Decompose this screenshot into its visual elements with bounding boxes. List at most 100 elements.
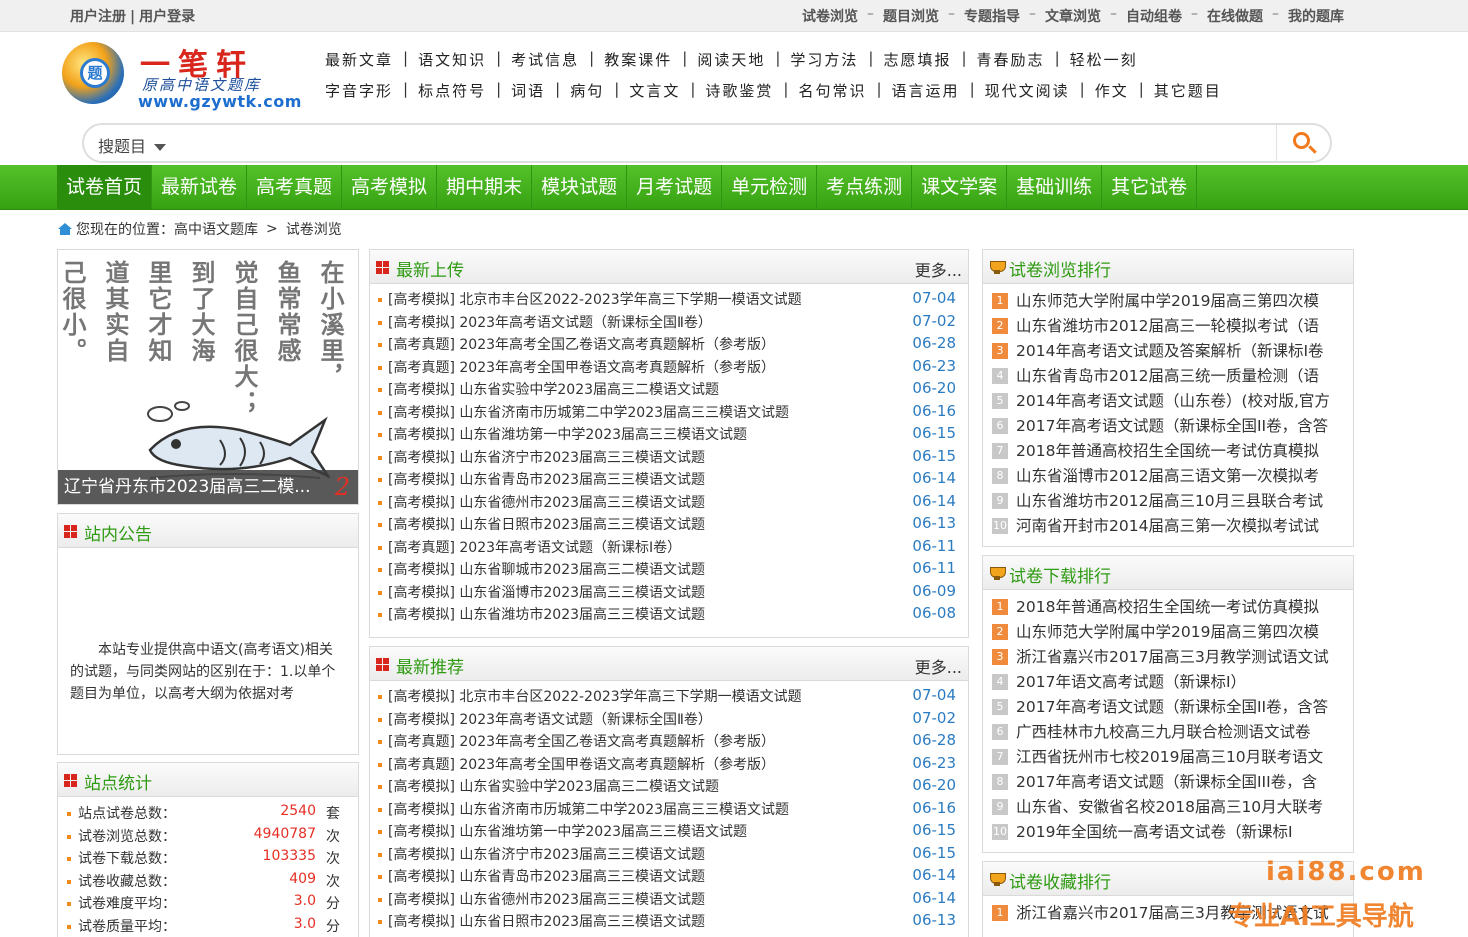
list-item[interactable]: [高考真题] 2023年高考全国乙卷语文高考真题解析（参考版） 06-28 xyxy=(375,334,968,357)
rank-title[interactable]: 山东省潍坊市2012届高三10月三县联合考试 xyxy=(1016,492,1323,510)
category-link[interactable]: 诗歌鉴赏 xyxy=(705,80,773,101)
category-link[interactable]: 名句常识 xyxy=(798,80,866,101)
list-item[interactable]: [高考真题] 2023年高考全国甲卷语文高考真题解析（参考版） 06-23 xyxy=(375,357,968,380)
list-item[interactable]: [高考模拟] 山东省实验中学2023届高三二模语文试题 06-20 xyxy=(375,776,968,799)
rank-item[interactable]: 10 河南省开封市2014届高三第一次模拟考试试 xyxy=(992,514,1346,539)
category-link[interactable]: 其它题目 xyxy=(1154,80,1222,101)
category-link[interactable]: 轻松一刻 xyxy=(1070,49,1138,70)
item-title[interactable]: [高考模拟] 山东省潍坊第一中学2023届高三三模语文试题 xyxy=(388,427,747,443)
list-item[interactable]: [高考模拟] 山东省日照市2023届高三三模语文试题 06-13 xyxy=(375,514,968,537)
list-item[interactable]: [高考模拟] 山东省淄博市2023届高三三模语文试题 06-09 xyxy=(375,582,968,605)
list-item[interactable]: [高考模拟] 山东省济南市历城第二中学2023届高三三模语文试题 06-16 xyxy=(375,799,968,822)
item-title[interactable]: [高考模拟] 山东省聊城市2023届高三二模语文试题 xyxy=(388,562,705,578)
rank-title[interactable]: 山东省潍坊市2012届高三一轮模拟考试（语 xyxy=(1016,317,1319,335)
rank-title[interactable]: 浙江省嘉兴市2017届高三3月教学测试语文试 xyxy=(1016,648,1329,666)
category-link[interactable]: 字音字形 xyxy=(325,80,393,101)
category-link[interactable]: 考试信息 xyxy=(511,49,579,70)
rank-title[interactable]: 2014年高考语文试题及答案解析（新课标Ⅰ卷 xyxy=(1016,342,1324,360)
category-link[interactable]: 最新文章 xyxy=(325,49,393,70)
list-item[interactable]: [高考模拟] 山东省潍坊市2023届高三三模语文试题 06-08 xyxy=(375,604,968,627)
login-link[interactable]: 用户登录 xyxy=(139,9,195,25)
rank-item[interactable]: 3 2014年高考语文试题及答案解析（新课标Ⅰ卷 xyxy=(992,339,1346,364)
search-scope-select[interactable]: 搜题目 xyxy=(98,133,167,157)
category-link[interactable]: 学习方法 xyxy=(790,49,858,70)
category-link[interactable]: 教案课件 xyxy=(604,49,672,70)
category-link[interactable]: 志愿填报 xyxy=(883,49,951,70)
more-link[interactable]: 更多... xyxy=(915,654,962,678)
rank-item[interactable]: 6 广西桂林市九校高三九月联合检测语文试卷 xyxy=(992,720,1346,745)
rank-item[interactable]: 7 2018年普通高校招生全国统一考试仿真模拟 xyxy=(992,439,1346,464)
list-item[interactable]: [高考模拟] 山东省潍坊第一中学2023届高三三模语文试题 06-15 xyxy=(375,424,968,447)
rank-item[interactable]: 10 2019年全国统一高考语文试卷（新课标Ⅰ xyxy=(992,820,1346,845)
top-link-auto-compose[interactable]: 自动组卷 xyxy=(1126,6,1182,26)
item-title[interactable]: [高考模拟] 山东省日照市2023届高三三模语文试题 xyxy=(388,914,705,930)
rank-title[interactable]: 山东师范大学附属中学2019届高三第四次模 xyxy=(1016,292,1319,310)
item-title[interactable]: [高考模拟] 2023年高考语文试题（新课标全国Ⅱ卷） xyxy=(388,712,712,728)
rank-title[interactable]: 山东省、安徽省名校2018届高三10月大联考 xyxy=(1016,798,1323,816)
item-title[interactable]: [高考真题] 2023年高考全国乙卷语文高考真题解析（参考版） xyxy=(388,734,775,750)
site-logo[interactable]: 题 一笔轩 原高中语文题库 www.gzywtk.com xyxy=(60,40,312,118)
rank-item[interactable]: 4 山东省青岛市2012届高三统一质量检测（语 xyxy=(992,364,1346,389)
list-item[interactable]: [高考模拟] 山东省德州市2023届高三三模语文试题 06-14 xyxy=(375,889,968,912)
item-title[interactable]: [高考模拟] 山东省德州市2023届高三三模语文试题 xyxy=(388,495,705,511)
category-link[interactable]: 病句 xyxy=(570,80,604,101)
category-link[interactable]: 作文 xyxy=(1095,80,1129,101)
rank-title[interactable]: 2017年高考语文试题（新课标全国III卷，含 xyxy=(1016,773,1317,791)
item-title[interactable]: [高考模拟] 北京市丰台区2022-2023学年高三下学期一模语文试题 xyxy=(388,292,802,308)
rank-item[interactable]: 8 山东省淄博市2012届高三语文第一次模拟考 xyxy=(992,464,1346,489)
rank-title[interactable]: 2017年高考语文试题（新课标全国II卷，含答 xyxy=(1016,417,1328,435)
rank-title[interactable]: 2017年高考语文试题（新课标全国II卷，含答 xyxy=(1016,698,1328,716)
search-input[interactable] xyxy=(194,129,1274,157)
nav-item-point-practice[interactable]: 考点练测 xyxy=(817,165,913,209)
category-link[interactable]: 语言运用 xyxy=(892,80,960,101)
list-item[interactable]: [高考真题] 2023年高考全国乙卷语文高考真题解析（参考版） 06-28 xyxy=(375,731,968,754)
nav-item-unit-test[interactable]: 单元检测 xyxy=(722,165,818,209)
item-title[interactable]: [高考模拟] 山东省日照市2023届高三三模语文试题 xyxy=(388,517,705,533)
item-title[interactable]: [高考真题] 2023年高考全国乙卷语文高考真题解析（参考版） xyxy=(388,337,775,353)
rank-item[interactable]: 2 山东师范大学附属中学2019届高三第四次模 xyxy=(992,620,1346,645)
search-button[interactable] xyxy=(1276,125,1330,161)
list-item[interactable]: [高考模拟] 山东省德州市2023届高三三模语文试题 06-14 xyxy=(375,492,968,515)
item-title[interactable]: [高考模拟] 2023年高考语文试题（新课标全国Ⅱ卷） xyxy=(388,315,712,331)
item-title[interactable]: [高考真题] 2023年高考全国甲卷语文高考真题解析（参考版） xyxy=(388,360,775,376)
category-link[interactable]: 现代文阅读 xyxy=(985,80,1070,101)
item-title[interactable]: [高考模拟] 山东省青岛市2023届高三三模语文试题 xyxy=(388,869,705,885)
category-link[interactable]: 词语 xyxy=(511,80,545,101)
item-title[interactable]: [高考真题] 2023年高考全国甲卷语文高考真题解析（参考版） xyxy=(388,757,775,773)
top-link-topic-guide[interactable]: 专题指导 xyxy=(964,6,1020,26)
category-link[interactable]: 语文知识 xyxy=(418,49,486,70)
rank-title[interactable]: 广西桂林市九校高三九月联合检测语文试卷 xyxy=(1016,723,1311,741)
rank-title[interactable]: 山东师范大学附属中学2019届高三第四次模 xyxy=(1016,623,1319,641)
rank-item[interactable]: 7 江西省抚州市七校2019届高三10月联考语文 xyxy=(992,745,1346,770)
rank-title[interactable]: 2018年普通高校招生全国统一考试仿真模拟 xyxy=(1016,598,1319,616)
nav-item-gaokao-real[interactable]: 高考真题 xyxy=(247,165,343,209)
rank-title[interactable]: 2018年普通高校招生全国统一考试仿真模拟 xyxy=(1016,442,1319,460)
top-link-question-browse[interactable]: 题目浏览 xyxy=(883,6,939,26)
rank-item[interactable]: 3 浙江省嘉兴市2017届高三3月教学测试语文试 xyxy=(992,645,1346,670)
rank-title[interactable]: 山东省淄博市2012届高三语文第一次模拟考 xyxy=(1016,467,1319,485)
item-title[interactable]: [高考模拟] 山东省潍坊第一中学2023届高三三模语文试题 xyxy=(388,824,747,840)
rank-title[interactable]: 2019年全国统一高考语文试卷（新课标Ⅰ xyxy=(1016,823,1293,841)
item-title[interactable]: [高考模拟] 山东省潍坊市2023届高三三模语文试题 xyxy=(388,607,705,623)
nav-item-gaokao-mock[interactable]: 高考模拟 xyxy=(342,165,438,209)
rank-item[interactable]: 4 2017年语文高考试题（新课标Ⅰ） xyxy=(992,670,1346,695)
item-title[interactable]: [高考模拟] 山东省济宁市2023届高三三模语文试题 xyxy=(388,450,705,466)
list-item[interactable]: [高考模拟] 山东省青岛市2023届高三三模语文试题 06-14 xyxy=(375,866,968,889)
featured-slide[interactable]: 在小溪里， 鱼常常感 觉自己很大； 到了大海 里它才知 道其实自 己很小。 辽宁… xyxy=(57,249,359,505)
rank-title[interactable]: 2017年语文高考试题（新课标Ⅰ） xyxy=(1016,673,1246,691)
nav-item-midterm-final[interactable]: 期中期末 xyxy=(437,165,533,209)
nav-item-lesson-plan[interactable]: 课文学案 xyxy=(912,165,1008,209)
item-title[interactable]: [高考模拟] 山东省淄博市2023届高三三模语文试题 xyxy=(388,585,705,601)
item-title[interactable]: [高考模拟] 北京市丰台区2022-2023学年高三下学期一模语文试题 xyxy=(388,689,802,705)
nav-item-other[interactable]: 其它试卷 xyxy=(1102,165,1198,209)
nav-item-module[interactable]: 模块试题 xyxy=(532,165,628,209)
list-item[interactable]: [高考模拟] 山东省济宁市2023届高三三模语文试题 06-15 xyxy=(375,447,968,470)
category-link[interactable]: 阅读天地 xyxy=(697,49,765,70)
rank-item[interactable]: 1 山东师范大学附属中学2019届高三第四次模 xyxy=(992,289,1346,314)
category-link[interactable]: 文言文 xyxy=(629,80,680,101)
top-link-paper-browse[interactable]: 试卷浏览 xyxy=(802,6,858,26)
list-item[interactable]: [高考模拟] 山东省日照市2023届高三三模语文试题 06-13 xyxy=(375,911,968,934)
top-link-article-browse[interactable]: 文章浏览 xyxy=(1045,6,1101,26)
list-item[interactable]: [高考模拟] 2023年高考语文试题（新课标全国Ⅱ卷） 07-02 xyxy=(375,312,968,335)
item-title[interactable]: [高考模拟] 山东省德州市2023届高三三模语文试题 xyxy=(388,892,705,908)
